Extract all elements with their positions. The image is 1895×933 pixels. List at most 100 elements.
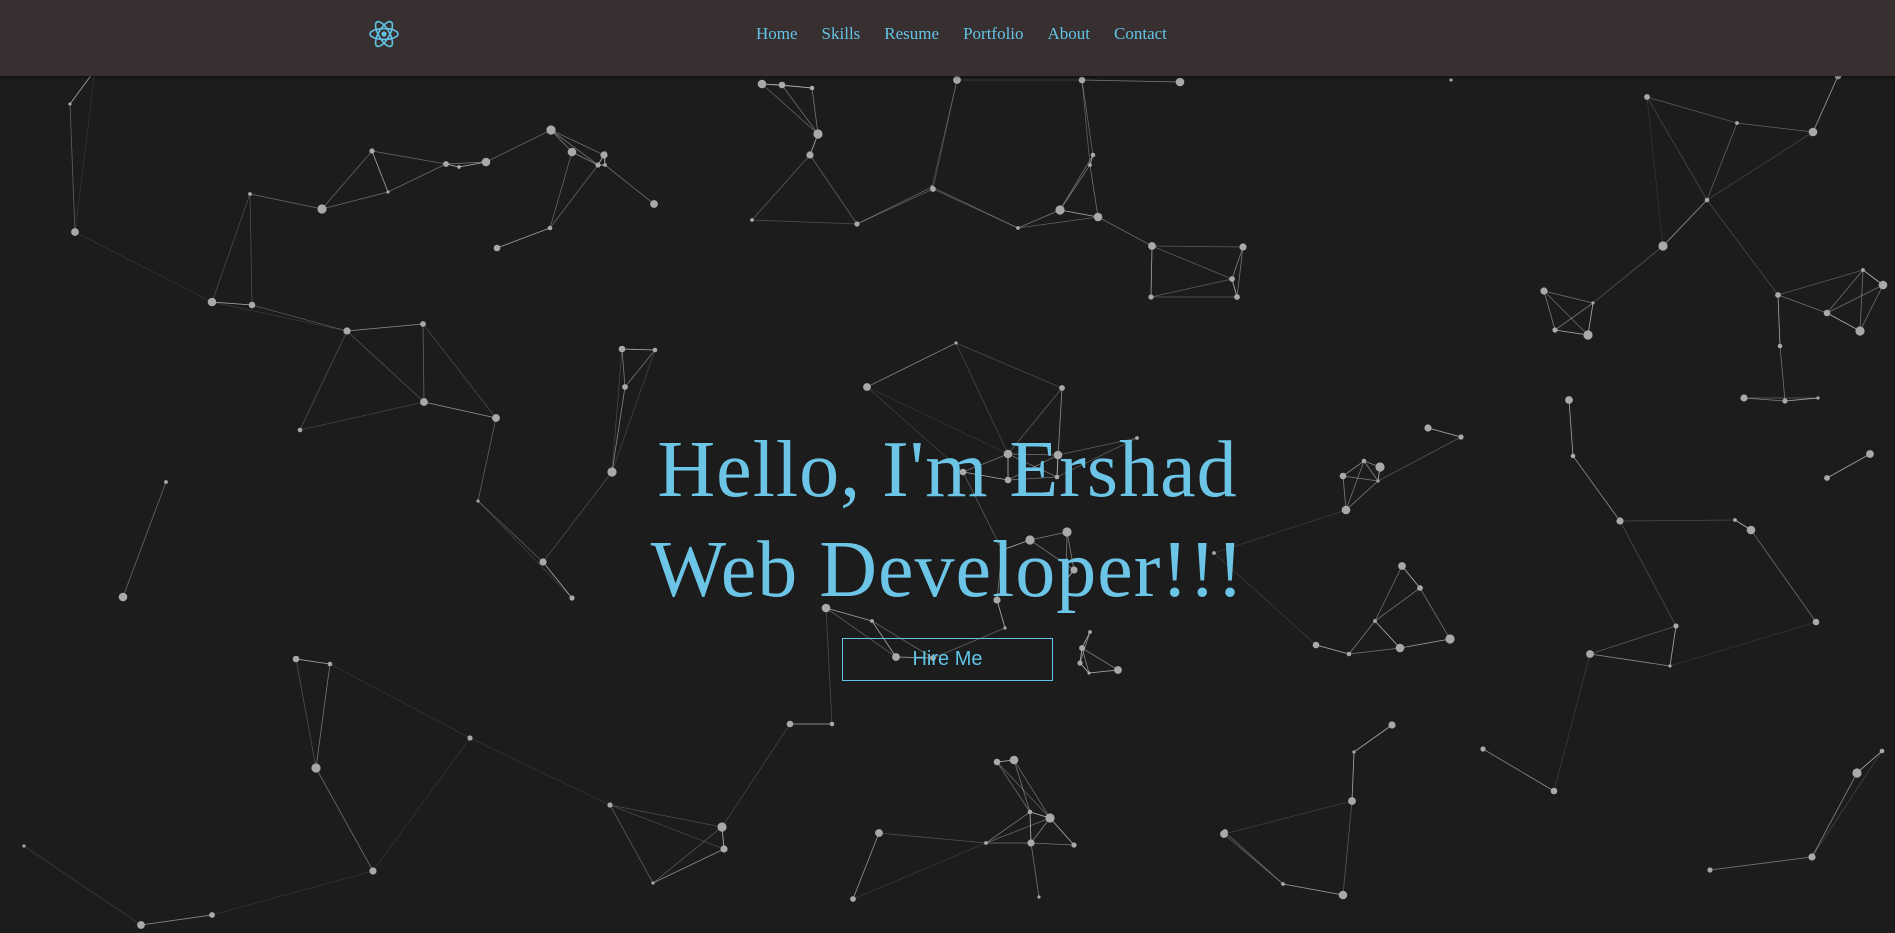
particle-link <box>1812 75 1839 133</box>
particle-link <box>315 663 331 769</box>
particle-dot <box>1733 518 1737 522</box>
particle-link <box>1345 480 1379 511</box>
particle-network-background <box>22 67 1888 929</box>
particle-dot <box>467 735 473 741</box>
particle-dot <box>1114 666 1122 674</box>
particle-link <box>609 804 725 850</box>
nav-resume-link[interactable]: Resume <box>884 24 939 43</box>
particle-dot <box>1591 301 1595 305</box>
particle-link <box>299 330 348 431</box>
navbar: Home Skills Resume Portfolio About Conta… <box>0 0 1895 76</box>
particle-dot <box>1376 479 1380 483</box>
particle-link <box>1374 565 1403 622</box>
particle-dot <box>1016 226 1020 230</box>
particle-dot <box>618 345 626 353</box>
nav-contact-link[interactable]: Contact <box>1114 24 1167 43</box>
particle-dot <box>603 151 607 155</box>
particle-link <box>1826 453 1871 479</box>
particle-link <box>1669 621 1817 667</box>
particle-link <box>996 761 1051 819</box>
particle-dot <box>603 163 607 167</box>
nav-portfolio-link[interactable]: Portfolio <box>963 24 1023 43</box>
particle-link <box>996 599 1006 629</box>
particle-link <box>962 471 1009 481</box>
particle-link <box>1553 653 1591 792</box>
hire-me-button[interactable]: Hire Me <box>842 638 1053 681</box>
particle-dot <box>248 192 252 196</box>
particle-dot <box>1673 623 1679 629</box>
particle-link <box>371 150 389 193</box>
particle-link <box>1342 475 1379 482</box>
particle-link <box>866 386 1009 455</box>
particle-dot <box>1338 890 1348 900</box>
particle-link <box>321 150 373 210</box>
particle-link <box>1592 245 1664 304</box>
particle-dot <box>1025 535 1035 545</box>
particle-link <box>1589 625 1677 655</box>
particle-link <box>1097 216 1153 247</box>
particle-link <box>1213 552 1317 646</box>
particle-link <box>211 301 348 332</box>
particle-dot <box>959 468 967 476</box>
particle-link <box>856 188 934 225</box>
particle-dot <box>1480 746 1486 752</box>
particle-dot <box>1027 809 1033 815</box>
particle-link <box>996 761 1031 813</box>
particle-link <box>604 164 655 205</box>
particle-dot <box>1824 475 1830 481</box>
atom-icon[interactable] <box>368 18 400 50</box>
particle-link <box>251 304 348 332</box>
particle-link <box>1089 164 1099 218</box>
particle-dot <box>1090 152 1096 158</box>
nav-skills-link[interactable]: Skills <box>822 24 861 43</box>
particle-link <box>809 154 858 225</box>
particle-link <box>371 150 447 165</box>
particle-dot <box>806 151 814 159</box>
particle-link <box>549 151 573 229</box>
particle-dot <box>821 603 831 613</box>
nav-about-link[interactable]: About <box>1048 24 1091 43</box>
particle-link <box>611 348 623 473</box>
particle-dot <box>813 129 823 139</box>
particle-link <box>1572 455 1621 522</box>
particle-link <box>1826 284 1884 314</box>
particle-link <box>1377 436 1462 482</box>
particle-dot <box>778 81 786 89</box>
particle-link <box>477 500 544 563</box>
particle-link <box>1013 759 1051 819</box>
particle-dot <box>1077 660 1083 666</box>
nav-home-link[interactable]: Home <box>756 24 798 43</box>
particle-dot <box>476 499 480 503</box>
particle-link <box>542 561 573 599</box>
particle-link <box>1554 302 1594 331</box>
particle-dot <box>1855 326 1865 336</box>
particle-dot <box>607 467 617 477</box>
particle-dot <box>1234 294 1240 300</box>
particle-dot <box>1658 241 1668 251</box>
particle-link <box>1859 269 1864 332</box>
particle-link <box>1777 294 1828 314</box>
particle-link <box>1030 842 1075 846</box>
particle-link <box>1059 209 1099 218</box>
particle-link <box>329 663 471 739</box>
particle-dot <box>750 218 754 222</box>
particle-dot <box>1079 645 1085 651</box>
particle-dot <box>1004 476 1012 484</box>
particle-link <box>122 481 167 598</box>
particle-link <box>985 811 1031 844</box>
particle-link <box>1811 772 1858 858</box>
particle-link <box>1151 245 1244 248</box>
particle-link <box>1029 811 1032 844</box>
particle-dot <box>1078 76 1086 84</box>
particle-link <box>962 453 1009 473</box>
particle-link <box>211 193 251 303</box>
particle-dot <box>1808 853 1816 861</box>
particle-dot <box>443 161 449 167</box>
particle-link <box>1777 269 1864 296</box>
particle-dot <box>1175 77 1185 87</box>
particle-link <box>1030 842 1040 898</box>
particle-link <box>1419 587 1451 640</box>
particle-dot <box>1852 768 1862 778</box>
particle-link <box>611 349 656 473</box>
particle-dot <box>343 327 351 335</box>
